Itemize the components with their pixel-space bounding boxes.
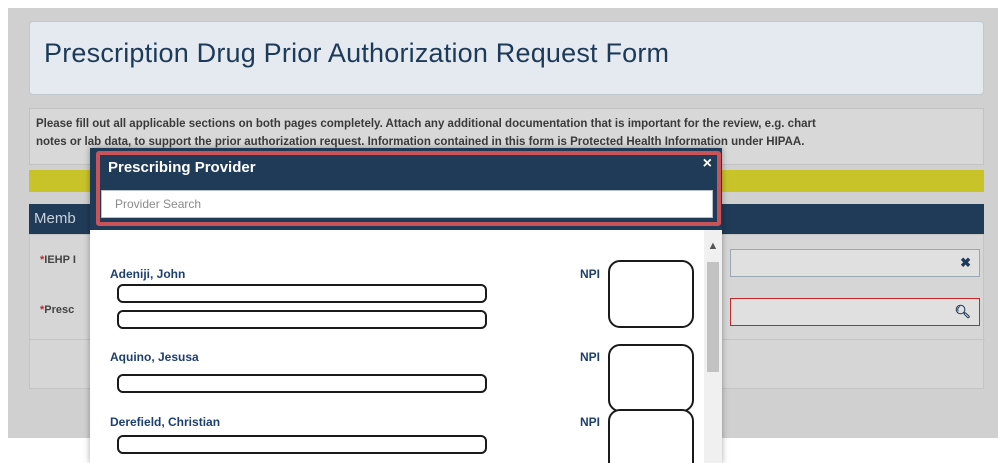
provider-address-redacted: [117, 310, 487, 329]
npi-value-redacted: [608, 409, 694, 463]
provider-list: Adeniji, John NPI Aquino, Jesusa NPI Der…: [90, 230, 722, 463]
provider-name-link[interactable]: Derefield, Christian: [110, 415, 220, 429]
prescribing-provider-modal: Prescribing Provider × Adeniji, John NPI…: [90, 148, 722, 463]
npi-value-redacted: [608, 260, 694, 328]
prescriber-search-field[interactable]: 🔍︎: [730, 298, 980, 326]
provider-address-redacted: [117, 435, 487, 454]
npi-label: NPI: [580, 267, 601, 281]
chevron-up-icon[interactable]: ▲: [707, 240, 719, 252]
provider-search-input[interactable]: [101, 190, 713, 218]
iehp-id-field[interactable]: ✖: [730, 249, 980, 277]
member-section-title: Memb: [34, 210, 76, 227]
instructions-line-1: Please fill out all applicable sections …: [36, 118, 816, 130]
modal-header: Prescribing Provider ×: [90, 148, 722, 230]
npi-label: NPI: [580, 415, 601, 429]
page-title: Prescription Drug Prior Authorization Re…: [44, 38, 670, 68]
search-icon[interactable]: 🔍︎: [954, 304, 971, 320]
provider-address-redacted: [117, 284, 487, 303]
prescriber-label: *Presc: [40, 304, 75, 316]
provider-name-link[interactable]: Aquino, Jesusa: [110, 350, 199, 364]
modal-title: Prescribing Provider: [108, 159, 256, 176]
close-icon[interactable]: ×: [703, 155, 712, 173]
npi-label: NPI: [580, 350, 601, 364]
iehp-id-label: *IEHP I: [40, 254, 76, 266]
times-icon[interactable]: ✖: [960, 255, 971, 271]
npi-value-redacted: [608, 344, 694, 412]
form-title-box: Prescription Drug Prior Authorization Re…: [29, 21, 984, 95]
provider-name-link[interactable]: Adeniji, John: [110, 267, 185, 281]
scrollbar-thumb[interactable]: [707, 262, 719, 372]
provider-list-scrollbar[interactable]: ▲: [704, 230, 722, 463]
provider-address-redacted: [117, 374, 487, 393]
